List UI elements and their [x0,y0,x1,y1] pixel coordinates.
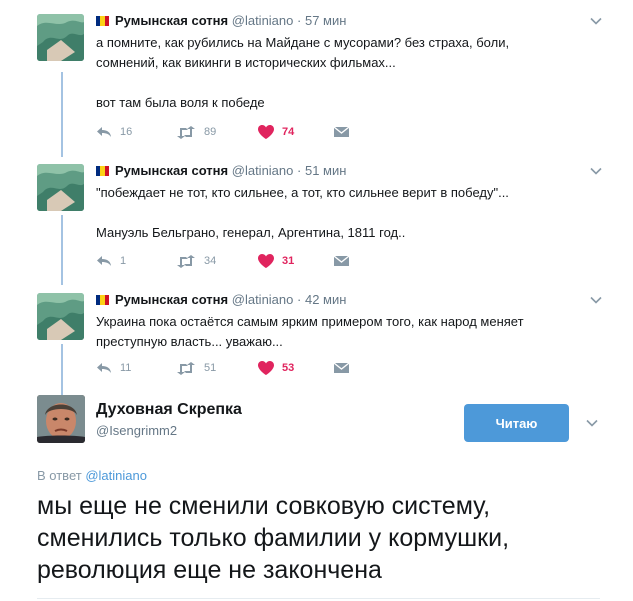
main-tweet-text-line: революция еще не закончена [37,556,382,584]
author-handle[interactable]: @latiniano [232,292,294,307]
timestamp[interactable]: 42 мин [305,292,346,307]
heart-icon [258,125,274,139]
separator-dot: · [297,163,302,178]
retweet-button[interactable]: 51 [176,359,216,377]
like-button[interactable]: 53 [258,359,294,377]
main-tweet-text-line: сменились только фамилии у кормушки, [37,524,510,552]
tweet-actions: 16 89 74 [96,123,496,143]
avatar[interactable] [37,293,84,340]
tweet-text: "побеждает не тот, кто сильнее, а тот, к… [96,183,576,243]
like-button[interactable]: 74 [258,123,294,141]
author-name[interactable]: Румынская сотня [115,292,228,307]
direct-message-button[interactable] [334,359,349,377]
flag-romania-icon [96,16,109,26]
tweet-text-line: "побеждает не тот, кто сильнее, а тот, к… [96,185,509,200]
retweet-icon [177,254,195,268]
retweet-button[interactable]: 34 [176,252,216,270]
avatar[interactable] [37,395,85,443]
reply-button[interactable]: 1 [96,252,126,270]
tweet-text: Украина пока остаётся самым ярким пример… [96,312,576,352]
reply-icon [97,127,111,137]
thread-tweet[interactable]: Румынская сотня @latiniano · 42 мин Укра… [0,279,633,389]
reply-handle-link[interactable]: @latiniano [85,468,147,483]
tweet-actions: 1 34 31 [96,252,496,272]
main-tweet-text: мы еще не сменили совковую систему, смен… [37,490,597,586]
tweet-text-line: Украина пока остаётся самым ярким пример… [96,314,524,329]
author-name[interactable]: Румынская сотня [115,13,228,28]
avatar[interactable] [37,164,84,211]
reply-button[interactable]: 16 [96,123,132,141]
thread-tweet[interactable]: Румынская сотня @latiniano · 51 мин "поб… [0,150,633,280]
reply-count: 16 [120,126,133,138]
separator-dot: · [297,13,302,28]
reply-count: 11 [120,362,132,374]
heart-icon [258,254,274,268]
thread-tweet[interactable]: Румынская сотня @latiniano · 57 мин а по… [0,0,633,150]
tweet-text-line: преступную власть... уважаю... [96,334,283,349]
author-handle[interactable]: @latiniano [232,163,294,178]
author-handle[interactable]: @latiniano [232,13,294,28]
chevron-down-icon[interactable] [589,14,603,28]
author-name[interactable]: Румынская сотня [115,163,228,178]
heart-icon [258,361,274,375]
chevron-down-icon[interactable] [589,164,603,178]
chevron-down-icon[interactable] [589,293,603,307]
like-count: 31 [282,255,295,267]
like-button[interactable]: 31 [258,252,294,270]
tweet-text-line [96,203,576,223]
reply-context: В ответ @latiniano [37,468,147,483]
retweet-count: 34 [204,255,217,267]
like-count: 74 [282,126,295,138]
message-icon [334,125,349,137]
reply-prefix: В ответ [37,468,82,483]
author-name[interactable]: Духовная Скрепка [96,401,242,419]
tweet-text-line: а помните, как рубились на Майдане с мус… [96,35,510,50]
tweet-text-line [96,73,576,93]
retweet-button[interactable]: 89 [176,123,216,141]
main-tweet-text-line: мы еще не сменили совковую систему, [37,492,491,520]
flag-romania-icon [96,166,109,176]
timestamp[interactable]: 51 мин [305,163,346,178]
following-button[interactable]: Читаю [464,404,569,442]
tweet-text-line: вот там была воля к победе [96,95,265,110]
retweet-count: 89 [204,126,217,138]
tweet-text: а помните, как рубились на Майдане с мус… [96,33,576,113]
direct-message-button[interactable] [334,252,349,270]
retweet-count: 51 [204,362,217,374]
avatar[interactable] [37,14,84,61]
divider [37,598,600,599]
reply-icon [97,363,111,373]
tweet-text-line: Мануэль Бельграно, генерал, Аргентина, 1… [96,225,406,240]
direct-message-button[interactable] [334,123,349,141]
main-tweet: Духовная Скрепка @Isengrimm2 Читаю В отв… [0,392,633,601]
message-icon [334,361,349,373]
retweet-icon [177,125,195,139]
message-icon [334,254,349,266]
tweet-text-line: сомнений, как викинги в исторических фил… [96,55,396,70]
reply-button[interactable]: 11 [96,359,131,377]
tweet-actions: 11 51 53 [96,359,496,379]
separator-dot: · [297,292,302,307]
reply-count: 1 [120,255,127,267]
flag-romania-icon [96,295,109,305]
like-count: 53 [282,362,295,374]
chevron-down-icon[interactable] [585,416,599,430]
timestamp[interactable]: 57 мин [305,13,346,28]
author-handle[interactable]: @Isengrimm2 [96,423,177,438]
reply-icon [97,256,111,266]
retweet-icon [177,361,195,375]
